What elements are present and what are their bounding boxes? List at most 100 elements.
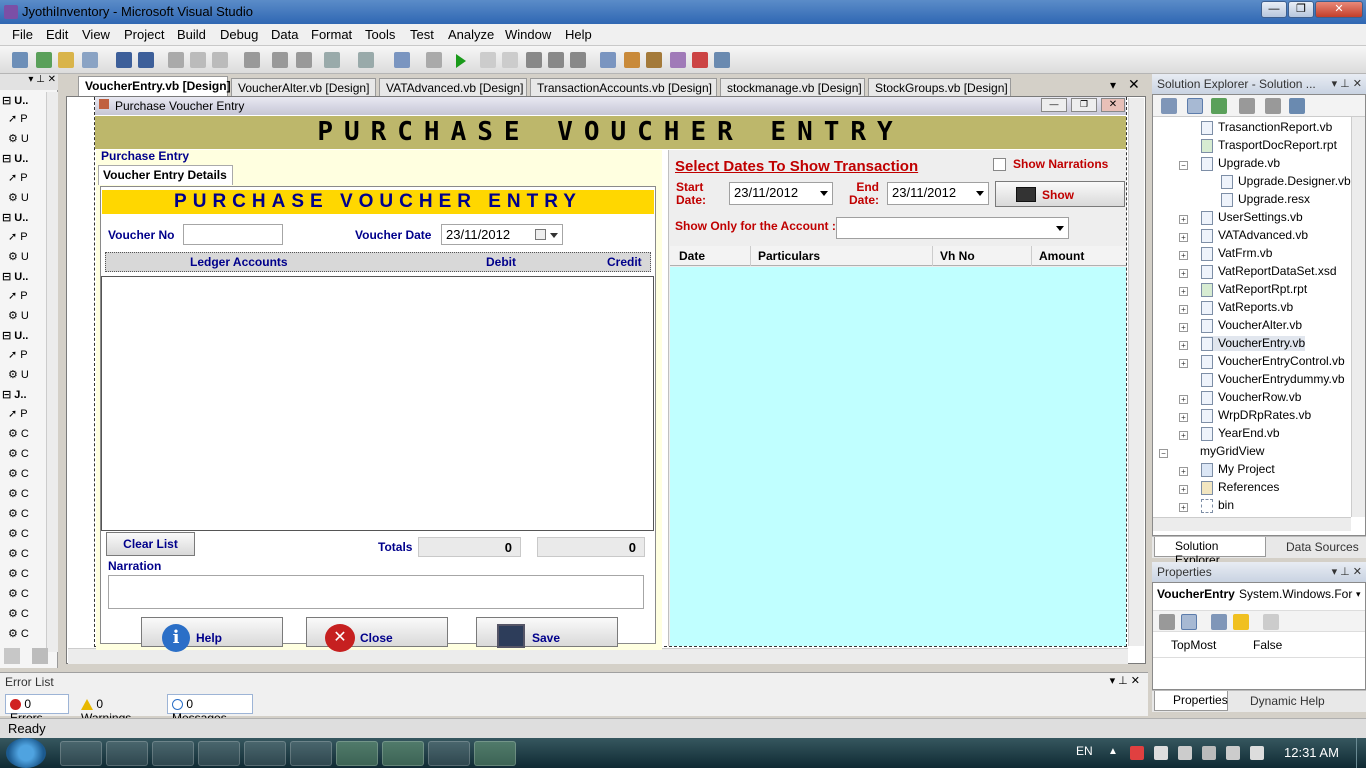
- end-date-picker[interactable]: 23/11/2012: [887, 182, 989, 205]
- expand-icon[interactable]: +: [1179, 269, 1188, 278]
- redo-icon[interactable]: [358, 52, 374, 68]
- categorized-icon[interactable]: [1159, 614, 1175, 630]
- tab-list-dropdown-icon[interactable]: ▾: [1110, 78, 1116, 92]
- close-window-button[interactable]: ✕: [1315, 1, 1363, 18]
- toolbox-group-1[interactable]: ⊟ U..: [2, 94, 42, 111]
- find-in-files-icon[interactable]: [600, 52, 616, 68]
- tree-item[interactable]: Upgrade.resx: [1221, 192, 1310, 207]
- collapse-icon[interactable]: −: [1159, 449, 1168, 458]
- show-all-files-icon[interactable]: [1187, 98, 1203, 114]
- menu-data[interactable]: Data: [271, 27, 298, 42]
- menu-debug[interactable]: Debug: [220, 27, 258, 42]
- tree-item[interactable]: Upgrade.Designer.vb: [1221, 174, 1351, 189]
- menu-build[interactable]: Build: [177, 27, 206, 42]
- tree-item[interactable]: UserSettings.vb: [1201, 210, 1303, 225]
- menu-format[interactable]: Format: [311, 27, 352, 42]
- menu-test[interactable]: Test: [410, 27, 434, 42]
- app-taskbar-icon[interactable]: [428, 741, 470, 766]
- property-row-name[interactable]: TopMost: [1171, 638, 1216, 652]
- menu-view[interactable]: View: [82, 27, 110, 42]
- step-into-icon[interactable]: [526, 52, 542, 68]
- start-button[interactable]: [6, 738, 46, 768]
- tab-stockmanage-design[interactable]: stockmanage.vb [Design]: [720, 78, 865, 96]
- language-indicator[interactable]: EN: [1076, 744, 1093, 758]
- show-narrations-checkbox[interactable]: [993, 158, 1006, 171]
- tray-icon[interactable]: [1130, 746, 1144, 760]
- tree-item-selected[interactable]: VoucherEntry.vb: [1201, 336, 1306, 351]
- user-control-tool[interactable]: ⚙ U: [8, 368, 48, 386]
- warnings-filter-button[interactable]: 0 Warnings: [76, 694, 161, 725]
- menu-analyze[interactable]: Analyze: [448, 27, 494, 42]
- pause-icon[interactable]: [480, 52, 496, 68]
- calendar-icon[interactable]: [535, 229, 546, 240]
- tray-icon[interactable]: [1202, 746, 1216, 760]
- narration-input[interactable]: [108, 575, 644, 609]
- solution-explorer-icon[interactable]: [624, 52, 640, 68]
- toolbox-group-5[interactable]: ⊟ U..: [2, 329, 42, 346]
- pointer-tool[interactable]: ➚ P: [8, 230, 48, 248]
- menu-window[interactable]: Window: [505, 27, 551, 42]
- start-date-picker[interactable]: 23/11/2012: [729, 182, 833, 205]
- pointer-tool[interactable]: ➚ P: [8, 289, 48, 307]
- close-button[interactable]: ✕ Close: [306, 617, 448, 652]
- excel-2-taskbar-icon[interactable]: [474, 741, 516, 766]
- show-desktop-button[interactable]: [1356, 738, 1366, 768]
- server-explorer-tab-icon[interactable]: [32, 648, 48, 664]
- tab-stock-groups-design[interactable]: StockGroups.vb [Design]: [868, 78, 1011, 96]
- expand-icon[interactable]: +: [1179, 341, 1188, 350]
- tree-item[interactable]: VoucherEntryControl.vb: [1201, 354, 1345, 369]
- tab-dynamic-help[interactable]: Dynamic Help: [1232, 692, 1362, 710]
- menu-file[interactable]: File: [12, 27, 33, 42]
- tree-item[interactable]: VatReportDataSet.xsd: [1201, 264, 1337, 279]
- component-tool[interactable]: ⚙ C: [8, 607, 48, 625]
- chrome-taskbar-icon[interactable]: [290, 741, 332, 766]
- explorer-taskbar-icon[interactable]: [106, 741, 148, 766]
- component-tool[interactable]: ⚙ C: [8, 427, 48, 445]
- menu-help[interactable]: Help: [565, 27, 592, 42]
- object-browser-icon[interactable]: [670, 52, 686, 68]
- tab-vat-advanced-design[interactable]: VATAdvanced.vb [Design]: [379, 78, 527, 96]
- firefox-taskbar-icon[interactable]: [244, 741, 286, 766]
- find-icon[interactable]: [244, 52, 260, 68]
- excel-taskbar-icon[interactable]: [382, 741, 424, 766]
- view-designer-icon[interactable]: [1265, 98, 1281, 114]
- property-pages-icon[interactable]: [1263, 614, 1279, 630]
- visual-studio-taskbar-icon[interactable]: [336, 741, 378, 766]
- pointer-tool[interactable]: ➚ P: [8, 112, 48, 130]
- show-button[interactable]: Show: [995, 181, 1125, 207]
- pointer-tool[interactable]: ➚ P: [8, 348, 48, 366]
- toolbox-icon[interactable]: [692, 52, 708, 68]
- view-code-icon[interactable]: [1239, 98, 1255, 114]
- tree-item[interactable]: VATAdvanced.vb: [1201, 228, 1308, 243]
- tree-item[interactable]: VatReportRpt.rpt: [1201, 282, 1307, 297]
- close-tab-icon[interactable]: ✕: [1128, 76, 1140, 93]
- designer-vertical-scrollbar[interactable]: [1128, 98, 1144, 646]
- expand-icon[interactable]: +: [1179, 359, 1188, 368]
- tree-item[interactable]: VoucherRow.vb: [1201, 390, 1301, 405]
- system-clock[interactable]: 12:31 AM: [1284, 745, 1339, 760]
- expand-icon[interactable]: +: [1179, 323, 1188, 332]
- menu-tools[interactable]: Tools: [365, 27, 395, 42]
- pane-controls-icon[interactable]: ▾ ⊥ ✕: [1332, 565, 1362, 578]
- tab-properties[interactable]: Properties: [1154, 691, 1228, 711]
- tree-item[interactable]: VatReports.vb: [1201, 300, 1293, 315]
- property-row-value[interactable]: False: [1253, 638, 1282, 652]
- tree-item[interactable]: My Project: [1201, 462, 1275, 477]
- utorrent-taskbar-icon[interactable]: [198, 741, 240, 766]
- restore-button[interactable]: ❐: [1288, 1, 1314, 18]
- start-debug-icon[interactable]: [456, 54, 466, 68]
- expand-icon[interactable]: +: [1179, 287, 1188, 296]
- help-button[interactable]: i Help: [141, 617, 283, 652]
- user-control-tool[interactable]: ⚙ U: [8, 191, 48, 209]
- volume-icon[interactable]: [1226, 746, 1240, 760]
- pointer-tool[interactable]: ➚ P: [8, 407, 48, 425]
- errors-filter-button[interactable]: 0 Errors: [5, 694, 69, 725]
- component-tool[interactable]: ⚙ C: [8, 467, 48, 485]
- transaction-grid-body[interactable]: [670, 267, 1126, 646]
- user-control-tool[interactable]: ⚙ U: [8, 250, 48, 268]
- tree-item[interactable]: TrasportDocReport.rpt: [1201, 138, 1337, 153]
- tree-item[interactable]: References: [1201, 480, 1279, 495]
- add-new-item-icon[interactable]: [82, 52, 98, 68]
- tab-voucher-alter-design[interactable]: VoucherAlter.vb [Design]: [231, 78, 376, 96]
- navigate-forward-icon[interactable]: [426, 52, 442, 68]
